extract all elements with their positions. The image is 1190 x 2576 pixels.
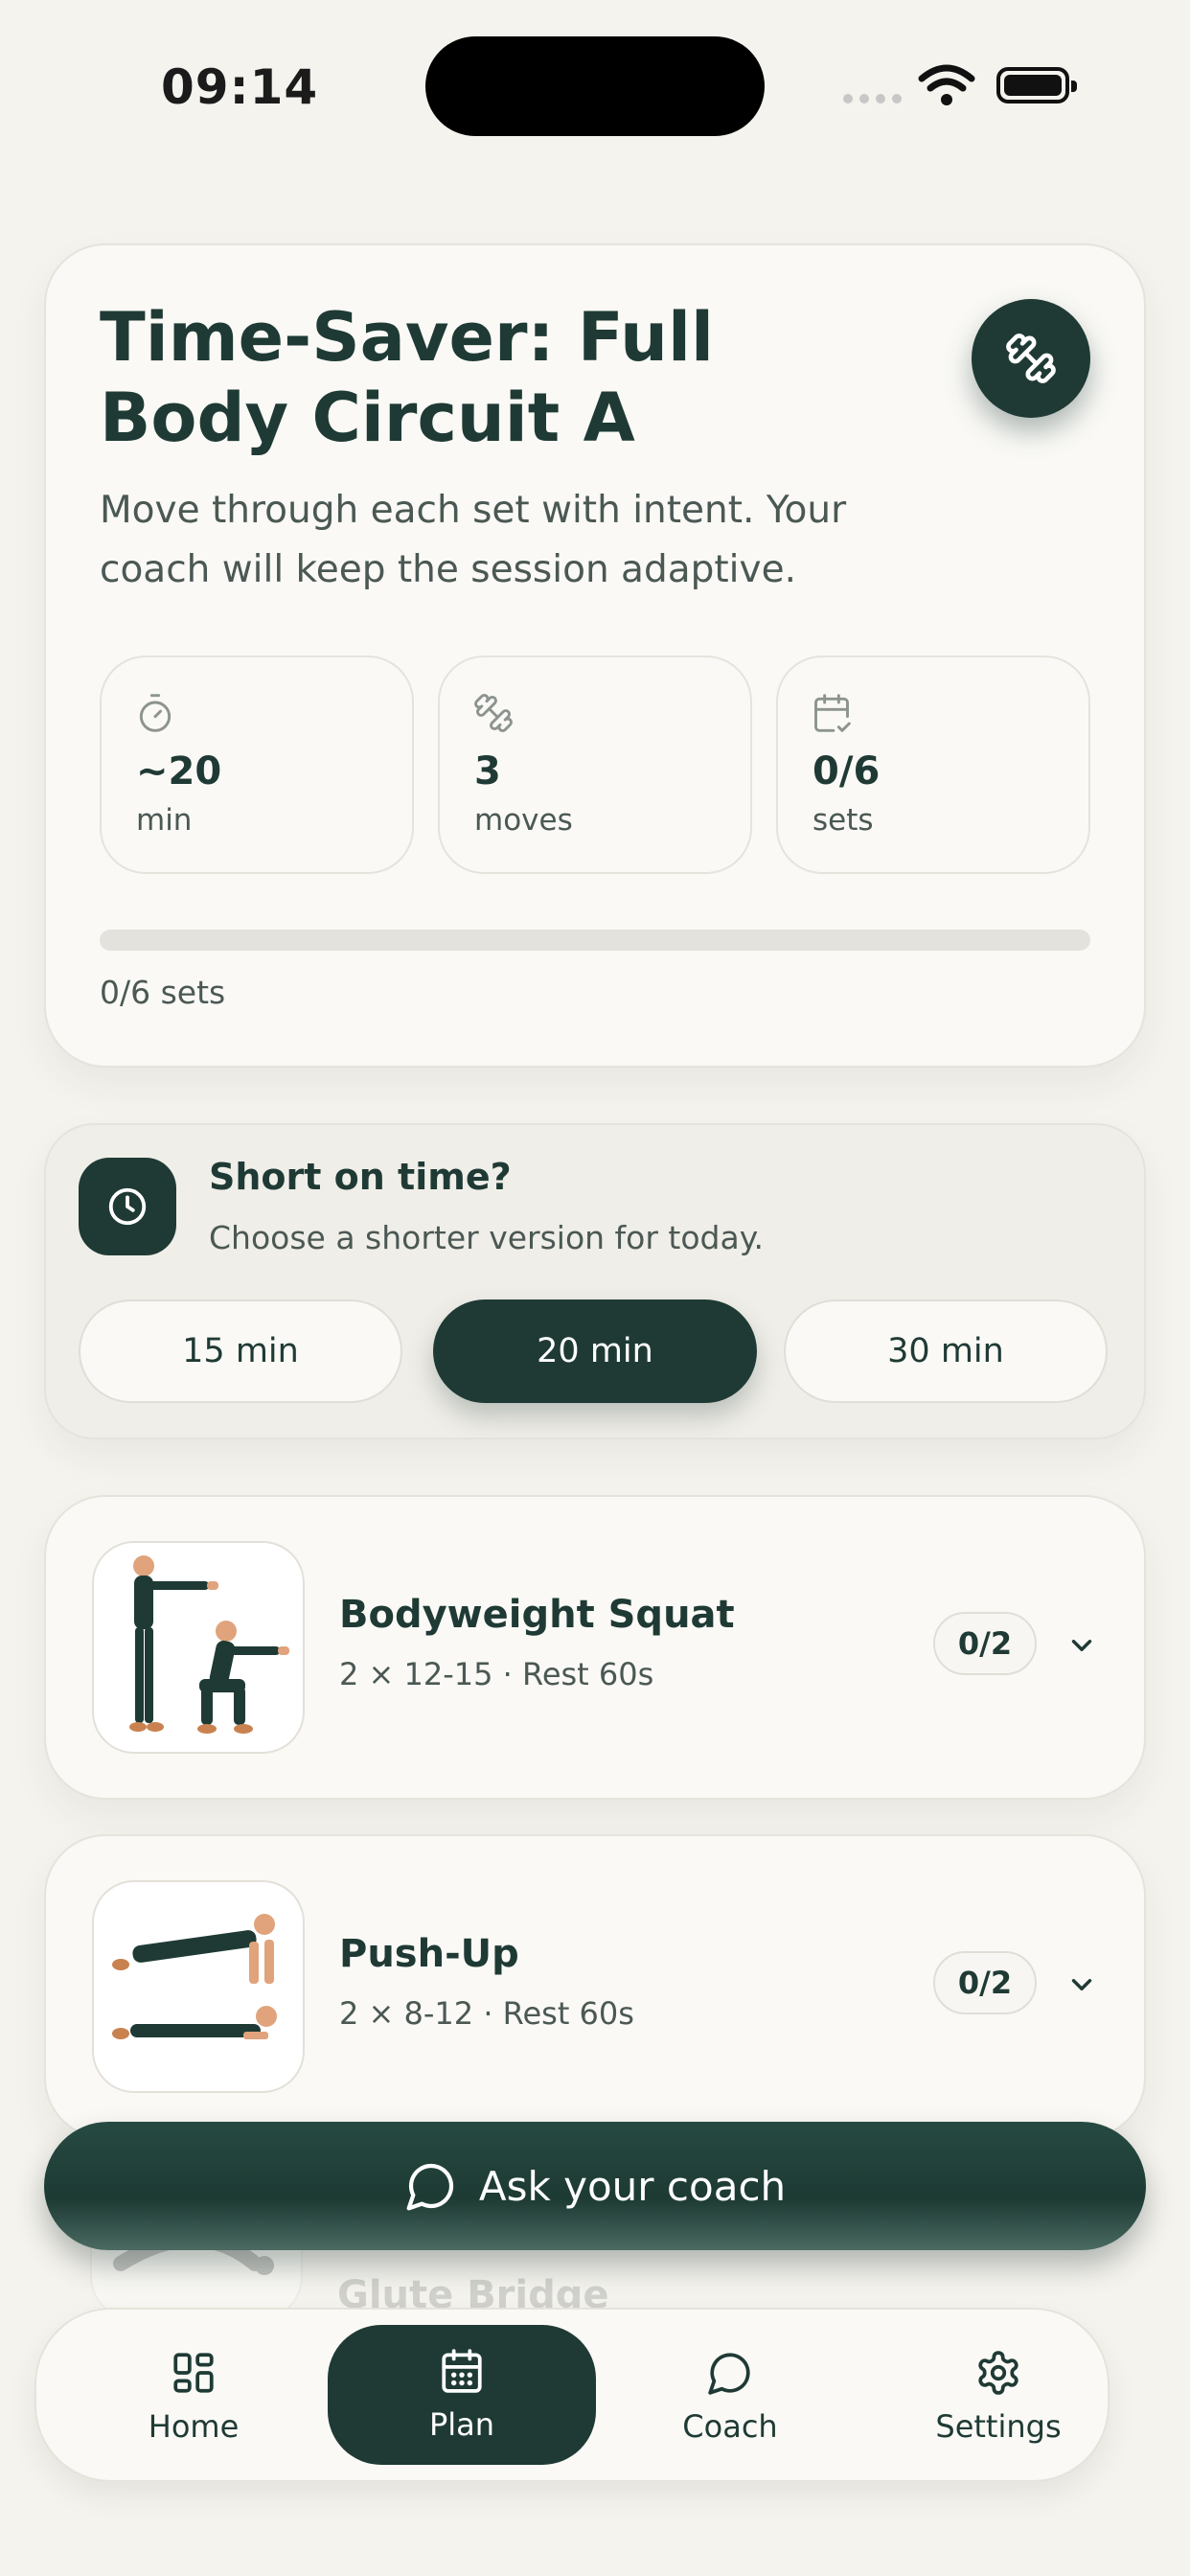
chevron-down-icon[interactable] xyxy=(1065,1629,1098,1662)
stat-label: sets xyxy=(812,803,874,838)
nav-label: Settings xyxy=(935,2408,1062,2445)
exercise-name: Push-Up xyxy=(339,1932,519,1976)
stat-label: moves xyxy=(474,803,573,838)
nav-item-settings[interactable]: Settings xyxy=(864,2310,1133,2484)
signal-icon xyxy=(843,94,902,104)
gear-icon xyxy=(978,2351,1018,2395)
dumbbell-icon xyxy=(474,694,513,732)
chat-icon xyxy=(708,2353,750,2395)
stat-value: 0/6 xyxy=(812,749,881,794)
exercise-card[interactable]: Bodyweight Squat 2 × 12-15 · Rest 60s 0/… xyxy=(44,1495,1146,1800)
grid-icon xyxy=(173,2353,214,2393)
stat-duration: ~20 min xyxy=(100,656,414,874)
stat-moves: 3 moves xyxy=(438,656,752,874)
nav-item-plan[interactable]: Plan xyxy=(328,2325,596,2465)
clock-badge xyxy=(79,1158,176,1255)
workout-type-button[interactable] xyxy=(972,299,1090,418)
bottom-nav: Home Plan Coach Settings xyxy=(34,2308,1110,2482)
stat-sets: 0/6 sets xyxy=(776,656,1090,874)
exercise-meta: 2 × 8-12 · Rest 60s xyxy=(339,1995,634,2032)
nav-item-coach[interactable]: Coach xyxy=(596,2310,864,2484)
set-progress-badge: 0/2 xyxy=(933,1612,1037,1675)
dynamic-island xyxy=(425,36,765,136)
chevron-down-icon[interactable] xyxy=(1065,1968,1098,2001)
ask-coach-button[interactable]: Ask your coach xyxy=(44,2122,1146,2250)
exercise-meta: 2 × 12-15 · Rest 60s xyxy=(339,1656,654,1692)
stopwatch-icon xyxy=(139,694,172,732)
stat-label: min xyxy=(136,803,193,838)
ask-coach-label: Ask your coach xyxy=(478,2162,787,2210)
stat-value: ~20 xyxy=(136,749,222,794)
workout-title: Time-Saver: Full Body Circuit A xyxy=(100,298,715,457)
wifi-icon xyxy=(918,64,975,105)
clock-icon xyxy=(108,1187,147,1226)
dumbbell-icon xyxy=(1006,334,1056,383)
nav-label: Coach xyxy=(682,2408,778,2445)
squat-illustration xyxy=(92,1541,305,1754)
status-time: 09:14 xyxy=(161,59,319,115)
duration-option-30[interactable]: 30 min xyxy=(784,1300,1108,1403)
exercise-name: Bodyweight Squat xyxy=(339,1593,735,1637)
battery-icon xyxy=(996,67,1077,104)
calendar-check-icon xyxy=(814,694,851,732)
sets-progress-label: 0/6 sets xyxy=(100,974,226,1011)
duration-option-15[interactable]: 15 min xyxy=(79,1300,402,1403)
set-progress-badge: 0/2 xyxy=(933,1951,1037,2014)
short-on-time-title: Short on time? xyxy=(209,1156,512,1198)
sets-progress-bar xyxy=(100,930,1090,951)
exercise-card[interactable]: Push-Up 2 × 8-12 · Rest 60s 0/2 xyxy=(44,1834,1146,2139)
calendar-icon xyxy=(442,2349,482,2393)
chat-bubble-icon xyxy=(406,2163,453,2211)
duration-option-20[interactable]: 20 min xyxy=(433,1300,757,1403)
stat-value: 3 xyxy=(474,749,501,794)
pushup-illustration xyxy=(92,1880,305,2093)
workout-subtitle: Move through each set with intent. Your … xyxy=(100,489,847,591)
short-on-time-subtitle: Choose a shorter version for today. xyxy=(209,1219,765,1256)
nav-label: Plan xyxy=(428,2406,495,2443)
nav-label: Home xyxy=(148,2408,240,2445)
nav-item-home[interactable]: Home xyxy=(59,2310,328,2484)
